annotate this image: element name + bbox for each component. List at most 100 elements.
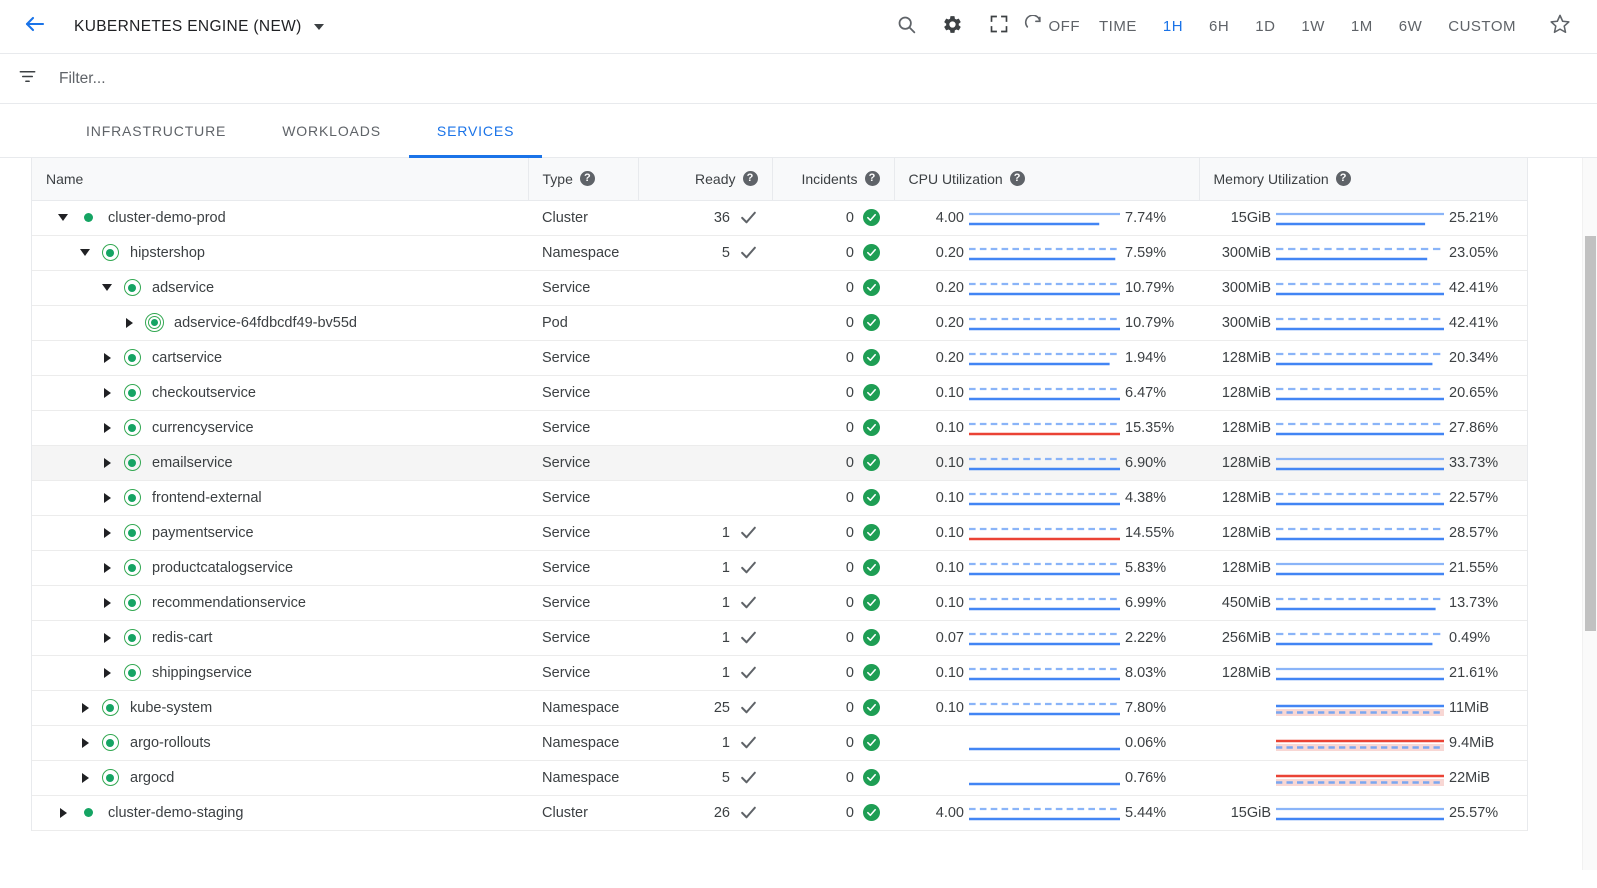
expand-toggle-icon[interactable] <box>96 457 118 468</box>
resource-name[interactable]: kube-system <box>130 700 212 716</box>
arrow-left-icon <box>23 12 47 41</box>
table-row[interactable]: currencyservice Service 0 0.10 15.35% 128MiB 2… <box>32 410 1527 446</box>
expand-toggle-icon[interactable] <box>96 387 118 398</box>
table-row[interactable]: productcatalogservice Service 1 0 0.10 5.83% 1… <box>32 550 1527 586</box>
expand-toggle-icon[interactable] <box>74 772 96 783</box>
table-row[interactable]: cluster-demo-staging Cluster 26 0 4.00 5.44% 1… <box>32 795 1527 831</box>
expand-toggle-icon[interactable] <box>96 352 118 363</box>
time-range-6h[interactable]: 6H <box>1196 8 1242 45</box>
cpu-limit-value: 0.07 <box>935 629 964 646</box>
page-title-dropdown[interactable]: KUBERNETES ENGINE (NEW) <box>74 18 324 36</box>
time-range-1h[interactable]: 1H <box>1150 8 1196 45</box>
expand-toggle-icon[interactable] <box>96 632 118 643</box>
help-icon[interactable]: ? <box>1335 171 1351 187</box>
memory-utilization-cell: 22MiB <box>1199 760 1527 796</box>
time-range-1d[interactable]: 1D <box>1242 8 1288 45</box>
resource-name[interactable]: argocd <box>130 770 174 786</box>
auto-refresh-toggle[interactable]: OFF <box>1022 14 1087 39</box>
expand-toggle-icon[interactable] <box>96 562 118 573</box>
column-header-name[interactable]: Name <box>32 158 529 201</box>
expand-toggle-icon[interactable] <box>96 492 118 503</box>
table-row[interactable]: redis-cart Service 1 0 0.07 2.22% 256MiB 0.49% <box>32 620 1527 656</box>
expand-toggle-icon[interactable] <box>118 317 140 328</box>
status-ring-green-icon <box>118 629 146 646</box>
tab-workloads[interactable]: WORKLOADS <box>254 104 409 157</box>
resource-name[interactable]: frontend-external <box>152 490 262 506</box>
table-row[interactable]: cluster-demo-prod Cluster 36 0 4.00 7.74% 15Gi… <box>32 200 1527 236</box>
help-icon[interactable]: ? <box>1009 171 1025 187</box>
expand-toggle-icon[interactable] <box>96 597 118 608</box>
expand-toggle-icon[interactable] <box>96 422 118 433</box>
table-row[interactable]: argocd Namespace 5 0 0.76% 22MiB <box>32 760 1527 796</box>
incident-ok-icon <box>863 279 880 296</box>
expand-toggle-icon[interactable] <box>74 737 96 748</box>
collapse-toggle-icon[interactable] <box>52 214 74 221</box>
ready-cell <box>638 375 772 411</box>
table-row[interactable]: kube-system Namespace 25 0 0.10 7.80% 11MiB <box>32 690 1527 726</box>
filter-icon[interactable] <box>18 67 37 91</box>
table-row[interactable]: emailservice Service 0 0.10 6.90% 128MiB 33.73… <box>32 445 1527 481</box>
resource-name[interactable]: adservice-64fdbcdf49-bv55d <box>174 315 357 331</box>
search-button[interactable] <box>884 4 930 50</box>
column-header-label: Incidents <box>801 170 858 187</box>
column-header-incidents[interactable]: Incidents? <box>772 158 895 201</box>
table-row[interactable]: argo-rollouts Namespace 1 0 0.06% 9.4MiB <box>32 725 1527 761</box>
filter-input[interactable] <box>57 68 1579 89</box>
table-row[interactable]: paymentservice Service 1 0 0.10 14.55% 128MiB 2… <box>32 515 1527 551</box>
expand-toggle-icon[interactable] <box>74 702 96 713</box>
tab-infrastructure[interactable]: INFRASTRUCTURE <box>58 104 254 157</box>
memory-utilization-cell: 300MiB 42.41% <box>1199 270 1527 306</box>
column-header-memory-utilization[interactable]: Memory Utilization? <box>1199 158 1527 201</box>
column-header-cpu-utilization[interactable]: CPU Utilization? <box>894 158 1200 201</box>
time-range-custom[interactable]: CUSTOM <box>1435 8 1529 45</box>
time-range-1m[interactable]: 1M <box>1338 8 1386 45</box>
vertical-scrollbar[interactable] <box>1582 158 1597 870</box>
table-row[interactable]: adservice Service 0 0.20 10.79% 300MiB 42.41% <box>32 270 1527 306</box>
scrollbar-thumb[interactable] <box>1585 236 1596 631</box>
resource-name[interactable]: cluster-demo-prod <box>108 210 226 226</box>
resource-name[interactable]: currencyservice <box>152 420 254 436</box>
incident-ok-icon <box>863 209 880 226</box>
resource-name[interactable]: checkoutservice <box>152 385 256 401</box>
resource-name[interactable]: cartservice <box>152 350 222 366</box>
tab-services[interactable]: SERVICES <box>408 104 543 158</box>
column-header-ready[interactable]: Ready? <box>638 158 773 201</box>
time-range-time[interactable]: TIME <box>1086 8 1150 45</box>
table-row[interactable]: recommendationservice Service 1 0 0.10 6.99% 4… <box>32 585 1527 621</box>
ready-count: 1 <box>721 629 730 646</box>
fullscreen-button[interactable] <box>976 4 1022 50</box>
help-icon[interactable]: ? <box>864 171 880 187</box>
table-row[interactable]: cartservice Service 0 0.20 1.94% 128MiB 20.34% <box>32 340 1527 376</box>
resource-name[interactable]: adservice <box>152 280 214 296</box>
back-button[interactable] <box>18 10 52 44</box>
expand-toggle-icon[interactable] <box>96 527 118 538</box>
resource-name[interactable]: shippingservice <box>152 665 252 681</box>
resource-name-cell: argocd <box>32 760 528 796</box>
table-row[interactable]: hipstershop Namespace 5 0 0.20 7.59% 300MiB 23.… <box>32 235 1527 271</box>
expand-toggle-icon[interactable] <box>52 807 74 818</box>
collapse-toggle-icon[interactable] <box>74 249 96 256</box>
table-row[interactable]: frontend-external Service 0 0.10 4.38% 128MiB… <box>32 480 1527 516</box>
collapse-toggle-icon[interactable] <box>96 284 118 291</box>
resource-name[interactable]: cluster-demo-staging <box>108 805 243 821</box>
resource-name[interactable]: argo-rollouts <box>130 735 211 751</box>
expand-toggle-icon[interactable] <box>96 667 118 678</box>
resource-name[interactable]: emailservice <box>152 455 233 471</box>
help-icon[interactable]: ? <box>579 171 595 187</box>
settings-button[interactable] <box>930 4 976 50</box>
table-row[interactable]: shippingservice Service 1 0 0.10 8.03% 128MiB 2… <box>32 655 1527 691</box>
time-range-6w[interactable]: 6W <box>1386 8 1436 45</box>
help-icon[interactable]: ? <box>742 171 758 187</box>
resource-name[interactable]: paymentservice <box>152 525 254 541</box>
table-row[interactable]: adservice-64fdbcdf49-bv55d Pod 0 0.20 10.79%… <box>32 305 1527 341</box>
resource-name[interactable]: productcatalogservice <box>152 560 293 576</box>
favorite-button[interactable] <box>1537 4 1583 50</box>
resource-name[interactable]: hipstershop <box>130 245 205 261</box>
column-header-type[interactable]: Type? <box>528 158 639 201</box>
memory-utilization-cell: 128MiB 27.86% <box>1199 410 1527 446</box>
services-table: Name Type? Ready? Incidents? CPU Utilization… <box>32 158 1527 831</box>
resource-name[interactable]: recommendationservice <box>152 595 306 611</box>
table-row[interactable]: checkoutservice Service 0 0.10 6.47% 128MiB 20… <box>32 375 1527 411</box>
resource-name[interactable]: redis-cart <box>152 630 212 646</box>
time-range-1w[interactable]: 1W <box>1288 8 1338 45</box>
